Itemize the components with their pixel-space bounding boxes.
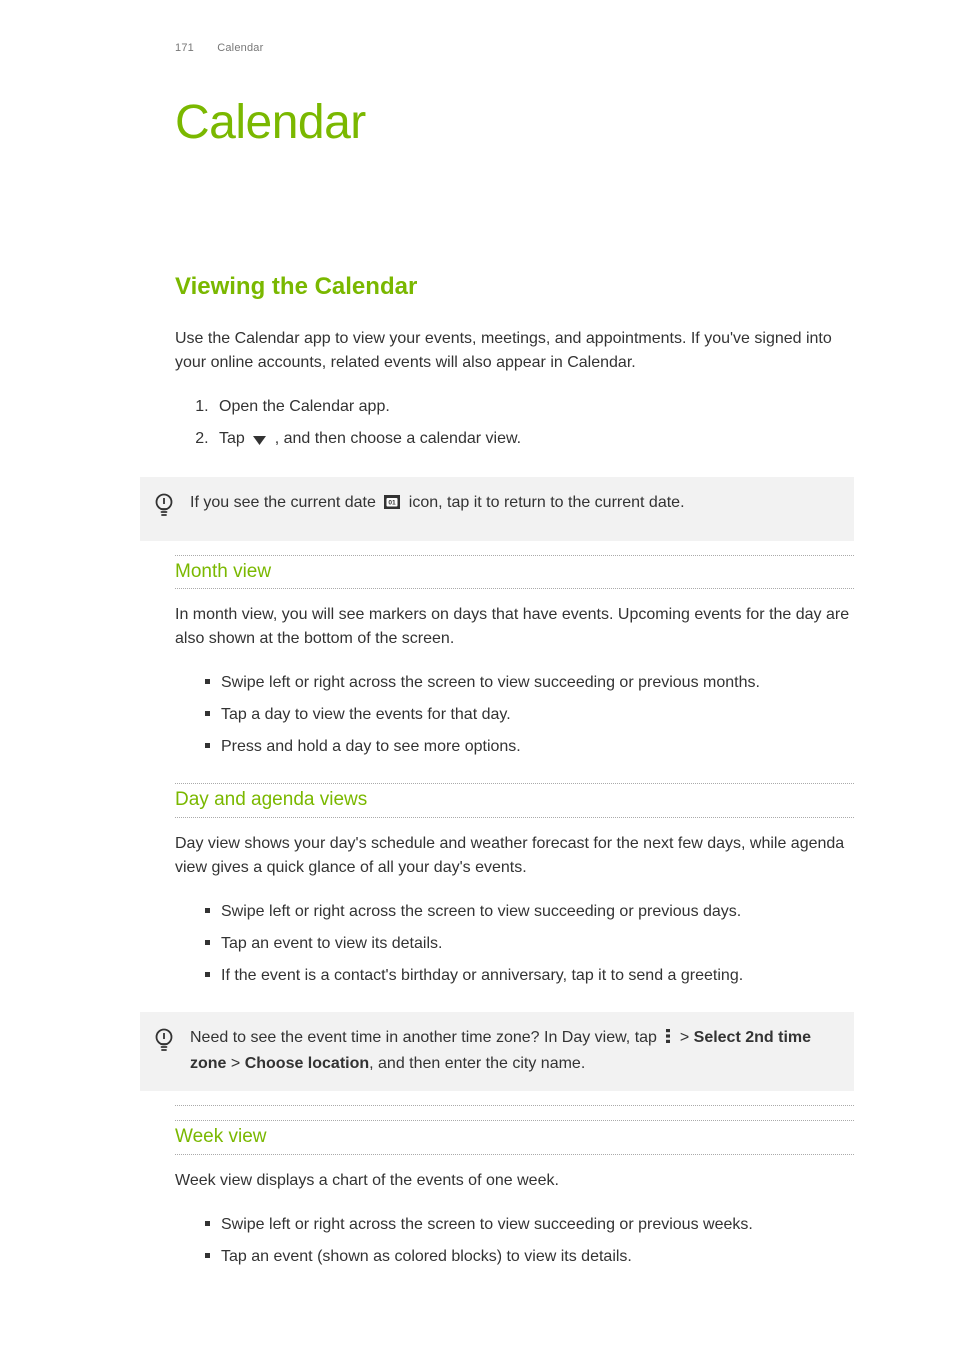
subsection-intro: Day view shows your day's schedule and w…	[175, 832, 854, 880]
list-item: Swipe left or right across the screen to…	[205, 669, 854, 701]
subsection-day: Day and agenda views Day view shows your…	[175, 783, 854, 994]
list-item: Swipe left or right across the screen to…	[205, 1211, 854, 1243]
list-text: Swipe left or right across the screen to…	[221, 903, 741, 920]
divider	[175, 1105, 854, 1106]
svg-text:01: 01	[389, 499, 397, 506]
bullet-list: Swipe left or right across the screen to…	[205, 669, 854, 765]
list-text: Tap an event (shown as colored blocks) t…	[221, 1248, 632, 1265]
subsection-intro: Week view displays a chart of the events…	[175, 1169, 854, 1193]
lightbulb-icon	[154, 1026, 176, 1062]
tip-text-a: If you see the current date	[190, 494, 380, 511]
list-text: Swipe left or right across the screen to…	[221, 674, 760, 691]
running-header: 171 Calendar	[175, 40, 854, 57]
list-text: Swipe left or right across the screen to…	[221, 1216, 753, 1233]
tip-sep1: >	[680, 1029, 694, 1046]
page-number: 171	[175, 42, 194, 54]
step-item: Open the Calendar app.	[213, 393, 854, 425]
bullet-list: Swipe left or right across the screen to…	[205, 1211, 854, 1275]
current-date-icon: 01	[384, 493, 400, 518]
subsection-heading: Week view	[175, 1123, 854, 1152]
list-text: Tap a day to view the events for that da…	[221, 706, 511, 723]
bullet-list: Swipe left or right across the screen to…	[205, 898, 854, 994]
list-item: Swipe left or right across the screen to…	[205, 898, 854, 930]
list-item: Tap a day to view the events for that da…	[205, 701, 854, 733]
subsection-heading: Day and agenda views	[175, 786, 854, 815]
subsection-intro: In month view, you will see markers on d…	[175, 603, 854, 651]
overflow-menu-icon	[665, 1028, 671, 1053]
section-heading: Viewing the Calendar	[175, 269, 854, 305]
step-text: Open the Calendar app.	[219, 398, 390, 415]
list-item: If the event is a contact's birthday or …	[205, 962, 854, 994]
list-item: Tap an event (shown as colored blocks) t…	[205, 1243, 854, 1275]
dropdown-triangle-icon	[253, 429, 266, 453]
list-item: Press and hold a day to see more options…	[205, 733, 854, 765]
step-item: Tap , and then choose a calendar view.	[213, 425, 854, 459]
tip-sep2: >	[226, 1055, 244, 1072]
list-item: Tap an event to view its details.	[205, 930, 854, 962]
tip-text-d: , and then enter the city name.	[369, 1055, 585, 1072]
tip-text-a: Need to see the event time in another ti…	[190, 1029, 661, 1046]
subsection-month: Month view In month view, you will see m…	[175, 555, 854, 766]
tip-bold2: Choose location	[245, 1055, 369, 1072]
lightbulb-icon	[154, 491, 176, 527]
list-text: Press and hold a day to see more options…	[221, 738, 521, 755]
subsection-week: Week view Week view displays a chart of …	[175, 1120, 854, 1275]
tip-callout: Need to see the event time in another ti…	[140, 1012, 854, 1092]
tip-callout: If you see the current date 01 icon, tap…	[140, 477, 854, 541]
list-text: Tap an event to view its details.	[221, 935, 442, 952]
chapter-reference: Calendar	[217, 42, 263, 54]
intro-paragraph: Use the Calendar app to view your events…	[175, 327, 854, 375]
subsection-heading: Month view	[175, 558, 854, 587]
chapter-title: Calendar	[175, 87, 854, 159]
step-text-a: Tap	[219, 430, 249, 447]
tip-text-b: icon, tap it to return to the current da…	[409, 494, 685, 511]
steps-list: Open the Calendar app. Tap , and then ch…	[213, 393, 854, 459]
list-text: If the event is a contact's birthday or …	[221, 967, 743, 984]
step-text-b: , and then choose a calendar view.	[275, 430, 521, 447]
